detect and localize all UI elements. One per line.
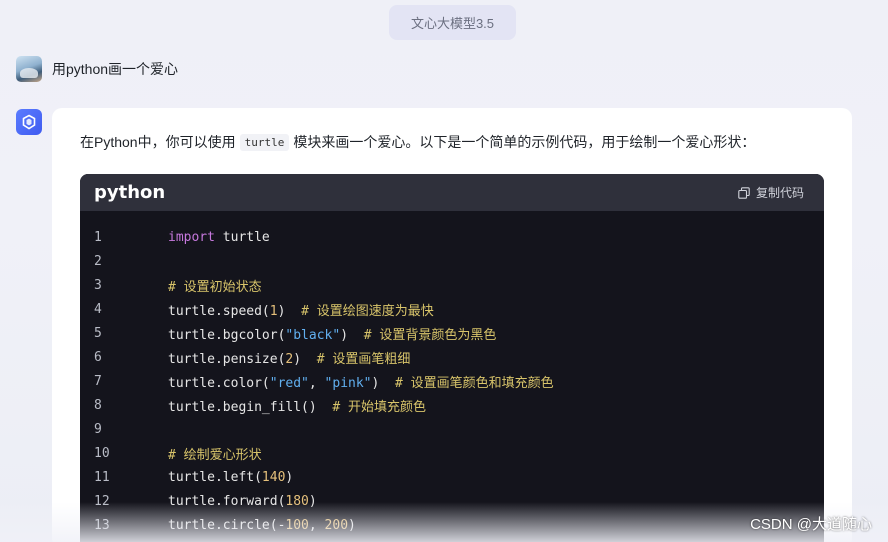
code-token: # 设置绘图速度为最快 xyxy=(301,303,434,319)
code-token: turtle xyxy=(214,229,270,245)
user-message: 用python画一个爱心 xyxy=(52,61,179,77)
line-number: 12 xyxy=(94,493,110,509)
code-line: 9 xyxy=(80,417,824,441)
copy-icon xyxy=(738,186,750,199)
line-number: 10 xyxy=(94,445,110,461)
code-header: python 复制代码 xyxy=(80,174,824,211)
copy-code-label: 复制代码 xyxy=(755,186,804,200)
inline-code: turtle xyxy=(239,133,290,151)
answer-card: 在Python中，你可以使用 turtle 模块来画一个爱心。以下是一个简单的示… xyxy=(52,108,852,542)
line-number: 8 xyxy=(94,397,102,413)
code-text: turtle.forward(180) xyxy=(168,494,317,509)
code-text: turtle.speed(1) # 设置绘图速度为最快 xyxy=(168,300,434,319)
code-token: turtle.speed( xyxy=(168,303,270,319)
code-line: 8 turtle.begin_fill() # 开始填充颜色 xyxy=(80,393,824,417)
code-token: import xyxy=(168,229,215,245)
code-token: turtle.pensize( xyxy=(168,351,286,367)
code-line: 1 import turtle xyxy=(80,225,824,249)
code-text: turtle.bgcolor("black") # 设置背景颜色为黑色 xyxy=(168,324,496,343)
code-text: turtle.circle(-100, 200) xyxy=(168,518,356,533)
code-text: turtle.color("red", "pink") # 设置画笔颜色和填充颜… xyxy=(168,372,554,391)
code-token: ) xyxy=(285,469,294,485)
code-token: turtle.left( xyxy=(168,469,262,485)
code-token: 1 xyxy=(269,303,278,319)
watermark: CSDN @大道随心 xyxy=(750,516,872,533)
code-block: python 复制代码 1 import turtle 2 3 # 设置初始状态 4 tur… xyxy=(80,174,824,542)
line-number: 3 xyxy=(94,277,102,293)
code-token: turtle.bgcolor( xyxy=(168,327,286,343)
code-token: 180 xyxy=(285,493,309,509)
line-number: 13 xyxy=(94,517,110,533)
code-token: # 绘制爱心形状 xyxy=(168,447,262,463)
code-line: 11 turtle.left(140) xyxy=(80,465,824,489)
bot-avatar-icon xyxy=(16,109,42,135)
code-token: ) xyxy=(308,493,317,509)
code-token: # 设置初始状态 xyxy=(168,279,262,295)
line-number: 4 xyxy=(94,301,102,317)
code-token: ) xyxy=(340,327,364,343)
code-text: # 设置初始状态 xyxy=(168,276,262,295)
code-token: "black" xyxy=(285,327,341,343)
code-line: 5 turtle.bgcolor("black") # 设置背景颜色为黑色 xyxy=(80,321,824,345)
code-text: turtle.left(140) xyxy=(168,470,293,485)
code-line: 13 turtle.circle(-100, 200) xyxy=(80,513,824,537)
code-text: turtle.begin_fill() # 开始填充颜色 xyxy=(168,396,426,415)
code-token: "red" xyxy=(269,375,309,391)
code-text: import turtle xyxy=(168,230,270,245)
code-line: 4 turtle.speed(1) # 设置绘图速度为最快 xyxy=(80,297,824,321)
code-token: turtle.forward( xyxy=(168,493,286,509)
code-token: turtle.begin_fill() xyxy=(168,399,333,415)
code-token: # 开始填充颜色 xyxy=(332,399,427,415)
code-text: # 绘制爱心形状 xyxy=(168,444,262,463)
user-avatar xyxy=(16,56,42,82)
model-label[interactable]: 文心大模型3.5 xyxy=(389,5,516,40)
user-message-row: 用python画一个爱心 xyxy=(16,56,178,82)
code-token: 200 xyxy=(324,517,349,533)
code-line: 7 turtle.color("red", "pink") # 设置画笔颜色和填充… xyxy=(80,369,824,393)
code-language: python xyxy=(94,182,166,203)
copy-code-button[interactable]: 复制代码 xyxy=(738,184,804,201)
code-token: 100 xyxy=(285,517,309,533)
code-token: "pink" xyxy=(324,375,372,391)
intro-text-after: 模块来画一个爱心。以下是一个简单的示例代码，用于绘制一个爱心形状： xyxy=(293,134,756,150)
code-token: , xyxy=(308,375,325,391)
code-token: turtle.circle(- xyxy=(168,517,286,533)
code-token: , xyxy=(308,517,325,533)
code-token: ) xyxy=(371,375,395,391)
code-token: ) xyxy=(348,517,356,533)
code-token: 140 xyxy=(261,469,286,485)
code-line: 12 turtle.forward(180) xyxy=(80,489,824,513)
code-line: 10 # 绘制爱心形状 xyxy=(80,441,824,465)
line-number: 5 xyxy=(94,325,102,341)
code-token: # 设置背景颜色为黑色 xyxy=(363,327,497,343)
line-number: 1 xyxy=(94,229,102,245)
line-number: 9 xyxy=(94,421,102,437)
line-number: 7 xyxy=(94,373,102,389)
code-lines: 1 import turtle 2 3 # 设置初始状态 4 turtle.speed(1)… xyxy=(80,211,824,537)
code-token: turtle.color( xyxy=(168,375,270,391)
code-token: ) xyxy=(293,351,317,367)
line-number: 2 xyxy=(94,253,102,269)
code-token: ) xyxy=(277,303,302,319)
answer-intro: 在Python中，你可以使用 turtle 模块来画一个爱心。以下是一个简单的示… xyxy=(80,132,755,152)
code-token: # 设置画笔粗细 xyxy=(316,351,411,367)
intro-text-before: 在Python中，你可以使用 xyxy=(80,134,236,150)
code-line: 6 turtle.pensize(2) # 设置画笔粗细 xyxy=(80,345,824,369)
line-number: 11 xyxy=(94,469,110,485)
code-token: # 设置画笔颜色和填充颜色 xyxy=(395,375,554,391)
line-number: 6 xyxy=(94,349,102,365)
code-line: 3 # 设置初始状态 xyxy=(80,273,824,297)
code-text: turtle.pensize(2) # 设置画笔粗细 xyxy=(168,348,410,367)
code-line: 2 xyxy=(80,249,824,273)
